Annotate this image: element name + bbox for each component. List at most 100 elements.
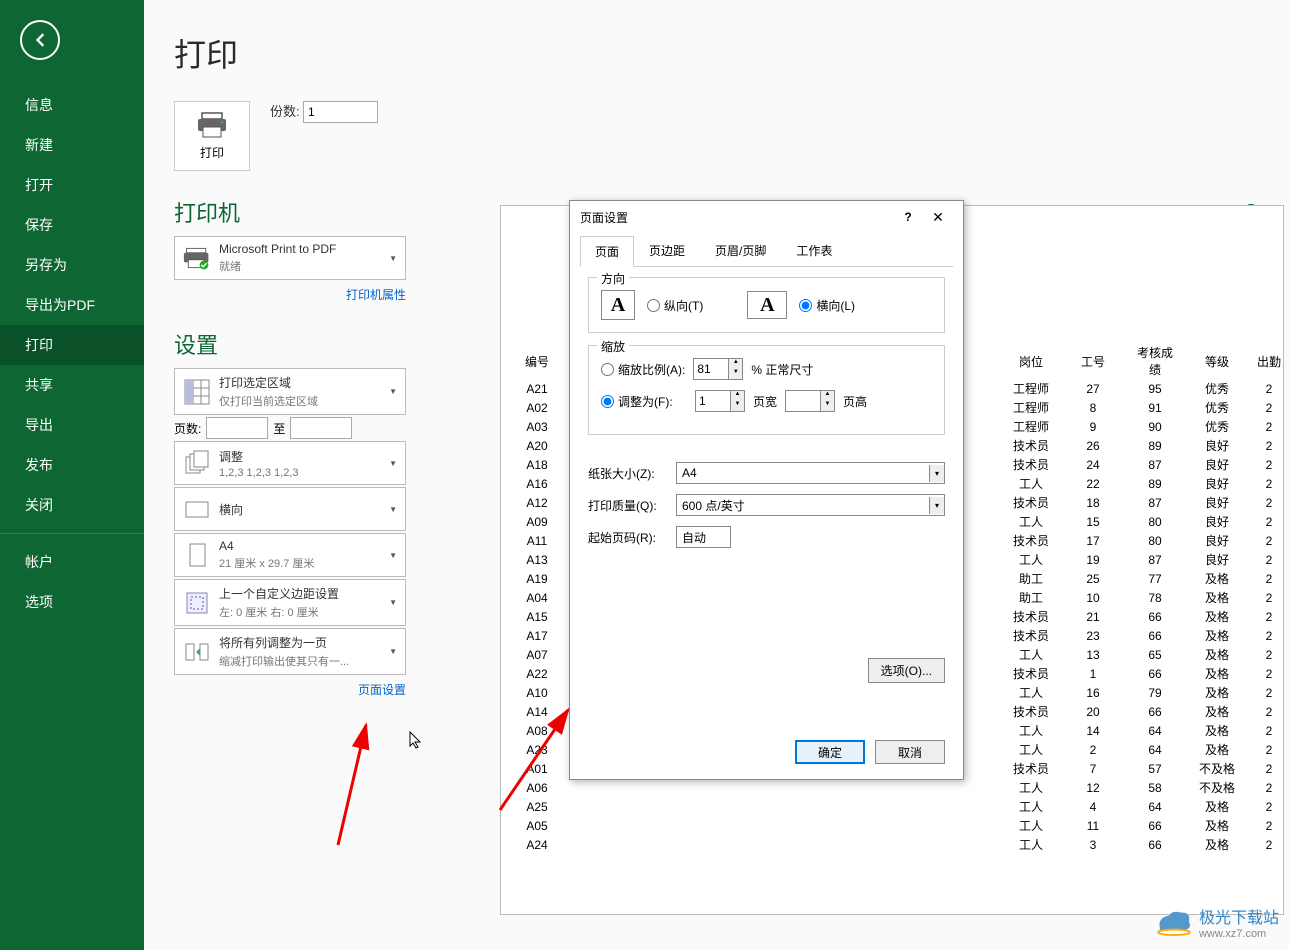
chevron-down-icon: ▼ bbox=[389, 505, 397, 514]
pages-label: 页数: bbox=[174, 420, 201, 437]
margins-icon bbox=[183, 589, 211, 617]
pages-to-input[interactable] bbox=[290, 417, 352, 439]
margins-sub: 左: 0 厘米 右: 0 厘米 bbox=[219, 604, 389, 620]
fit-columns-icon bbox=[183, 638, 211, 666]
scaling-title: 将所有列调整为一页 bbox=[219, 634, 389, 651]
dialog-close-button[interactable]: ✕ bbox=[923, 209, 953, 226]
grid-selection-icon bbox=[183, 378, 211, 406]
chevron-down-icon: ▼ bbox=[389, 459, 397, 468]
sidebar-item-account[interactable]: 帐户 bbox=[0, 542, 144, 582]
print-area-title: 打印选定区域 bbox=[219, 374, 389, 391]
watermark-logo-icon bbox=[1155, 908, 1193, 936]
table-row: A05工人1166及格2 bbox=[517, 817, 1284, 834]
fit-tall-input[interactable]: ▲▼ bbox=[785, 390, 835, 412]
zoom-legend: 缩放 bbox=[597, 338, 629, 355]
col-id: 编号 bbox=[517, 344, 557, 378]
print-button[interactable]: 打印 bbox=[174, 101, 250, 171]
sidebar-item-发布[interactable]: 发布 bbox=[0, 445, 144, 485]
arrow-left-icon bbox=[30, 30, 50, 50]
printer-name: Microsoft Print to PDF bbox=[219, 242, 389, 256]
copies-label: 份数: bbox=[270, 104, 300, 119]
fit-radio[interactable]: 调整为(F): bbox=[601, 393, 687, 410]
printer-ready-icon bbox=[183, 244, 211, 272]
fit-wide-input[interactable]: ▲▼ bbox=[695, 390, 745, 412]
printer-icon bbox=[196, 111, 228, 139]
sidebar-item-新建[interactable]: 新建 bbox=[0, 125, 144, 165]
chevron-down-icon: ▼ bbox=[389, 551, 397, 560]
sidebar-item-打印[interactable]: 打印 bbox=[0, 325, 144, 365]
scale-suffix: % 正常尺寸 bbox=[751, 361, 813, 378]
landscape-icon bbox=[183, 495, 211, 523]
scaling-selector[interactable]: 将所有列调整为一页 缩减打印输出使其只有一... ▼ bbox=[174, 628, 406, 675]
orientation-selector[interactable]: 横向 ▼ bbox=[174, 487, 406, 531]
chevron-down-icon: ▾ bbox=[929, 497, 944, 514]
dialog-title: 页面设置 bbox=[580, 209, 893, 226]
watermark-text: 极光下载站 bbox=[1199, 904, 1279, 928]
sidebar-item-保存[interactable]: 保存 bbox=[0, 205, 144, 245]
print-quality-dropdown[interactable]: 600 点/英寸▾ bbox=[676, 494, 945, 516]
orientation-fieldset: 方向 A 纵向(T) A 横向(L) bbox=[588, 277, 945, 333]
col-score: 考核成绩 bbox=[1125, 344, 1185, 378]
options-button[interactable]: 选项(O)... bbox=[868, 658, 945, 683]
print-button-label: 打印 bbox=[200, 144, 224, 161]
print-quality-label: 打印质量(Q): bbox=[588, 497, 668, 514]
paper-selector[interactable]: A4 21 厘米 x 29.7 厘米 ▼ bbox=[174, 533, 406, 577]
page-setup-dialog: 页面设置 ? ✕ 页面 页边距 页眉/页脚 工作表 方向 A 纵向(T) A 横… bbox=[569, 200, 964, 780]
chevron-down-icon: ▼ bbox=[389, 598, 397, 607]
pages-from-input[interactable] bbox=[206, 417, 268, 439]
collate-title: 调整 bbox=[219, 448, 389, 465]
paper-size-dropdown[interactable]: A4▾ bbox=[676, 462, 945, 484]
table-row: A06工人1258不及格2 bbox=[517, 779, 1284, 796]
col-job: 岗位 bbox=[1001, 344, 1061, 378]
page-title: 打印 bbox=[174, 30, 1259, 76]
first-page-input[interactable]: 自动 bbox=[676, 526, 731, 548]
portrait-radio[interactable]: 纵向(T) bbox=[647, 297, 703, 314]
sidebar-item-关闭[interactable]: 关闭 bbox=[0, 485, 144, 525]
landscape-radio[interactable]: 横向(L) bbox=[799, 297, 855, 314]
collate-selector[interactable]: 调整 1,2,3 1,2,3 1,2,3 ▼ bbox=[174, 441, 406, 485]
sidebar-item-options[interactable]: 选项 bbox=[0, 582, 144, 622]
back-button[interactable] bbox=[20, 20, 60, 60]
page-setup-link[interactable]: 页面设置 bbox=[174, 681, 406, 698]
ok-button[interactable]: 确定 bbox=[795, 740, 865, 764]
orientation-legend: 方向 bbox=[597, 270, 629, 287]
page-icon bbox=[183, 541, 211, 569]
dialog-help-button[interactable]: ? bbox=[893, 210, 923, 224]
watermark: 极光下载站 www.xz7.com bbox=[1155, 904, 1279, 940]
chevron-down-icon: ▼ bbox=[389, 254, 397, 263]
printer-properties-link[interactable]: 打印机属性 bbox=[174, 286, 406, 303]
landscape-icon: A bbox=[747, 291, 787, 319]
sidebar-item-信息[interactable]: 信息 bbox=[0, 85, 144, 125]
fit-tall-label: 页高 bbox=[843, 393, 867, 410]
chevron-down-icon: ▼ bbox=[389, 387, 397, 396]
sidebar-item-共享[interactable]: 共享 bbox=[0, 365, 144, 405]
tab-page[interactable]: 页面 bbox=[580, 236, 634, 267]
print-area-sub: 仅打印当前选定区域 bbox=[219, 393, 389, 409]
margins-title: 上一个自定义边距设置 bbox=[219, 585, 389, 602]
margins-selector[interactable]: 上一个自定义边距设置 左: 0 厘米 右: 0 厘米 ▼ bbox=[174, 579, 406, 626]
paper-title: A4 bbox=[219, 539, 389, 553]
tab-header-footer[interactable]: 页眉/页脚 bbox=[700, 235, 781, 266]
tab-margins[interactable]: 页边距 bbox=[634, 235, 700, 266]
scale-radio[interactable]: 缩放比例(A): bbox=[601, 361, 685, 378]
sidebar-item-导出为PDF[interactable]: 导出为PDF bbox=[0, 285, 144, 325]
printer-selector[interactable]: Microsoft Print to PDF 就绪 ▼ bbox=[174, 236, 406, 280]
cancel-button[interactable]: 取消 bbox=[875, 740, 945, 764]
portrait-icon: A bbox=[601, 290, 635, 320]
sidebar-item-另存为[interactable]: 另存为 bbox=[0, 245, 144, 285]
fit-wide-label: 页宽 bbox=[753, 393, 777, 410]
print-area-selector[interactable]: 打印选定区域 仅打印当前选定区域 ▼ bbox=[174, 368, 406, 415]
scaling-sub: 缩减打印输出使其只有一... bbox=[219, 653, 389, 669]
pages-to-label: 至 bbox=[273, 420, 285, 437]
copies-input[interactable] bbox=[303, 101, 378, 123]
tab-sheet[interactable]: 工作表 bbox=[781, 235, 847, 266]
printer-status: 就绪 bbox=[219, 258, 389, 274]
sidebar-item-打开[interactable]: 打开 bbox=[0, 165, 144, 205]
sidebar-divider bbox=[0, 533, 144, 534]
sidebar-item-导出[interactable]: 导出 bbox=[0, 405, 144, 445]
zoom-fieldset: 缩放 缩放比例(A): ▲▼ % 正常尺寸 调整为(F): ▲▼ 页宽 ▲▼ 页… bbox=[588, 345, 945, 435]
collate-sub: 1,2,3 1,2,3 1,2,3 bbox=[219, 467, 389, 479]
col-no: 工号 bbox=[1063, 344, 1123, 378]
scale-input[interactable]: ▲▼ bbox=[693, 358, 743, 380]
col-grade: 等级 bbox=[1187, 344, 1247, 378]
